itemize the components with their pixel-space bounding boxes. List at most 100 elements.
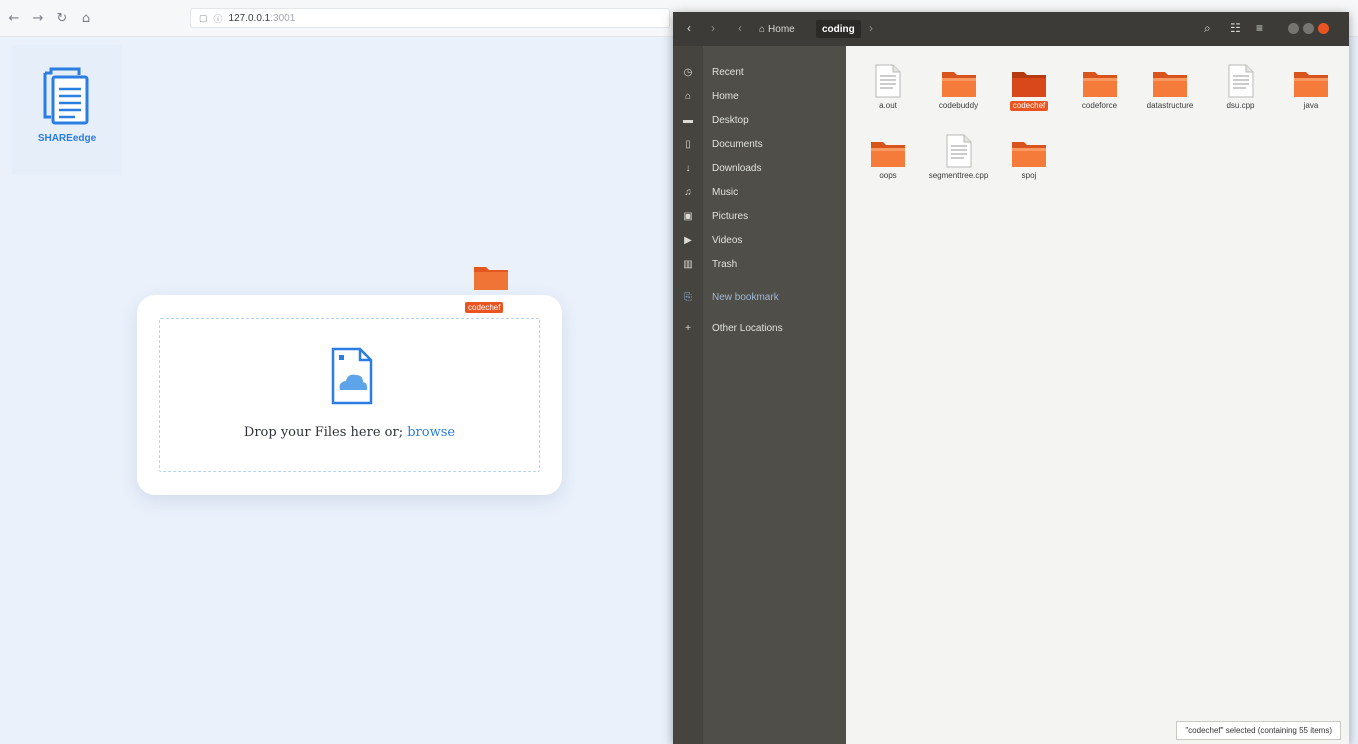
folder-item[interactable]: codechef <box>997 64 1061 111</box>
folder-icon <box>1011 64 1047 98</box>
file-name: oops <box>879 171 897 180</box>
status-bar: "codechef" selected (containing 55 items… <box>1176 721 1341 740</box>
forward-icon[interactable]: › <box>711 21 715 35</box>
back-icon[interactable]: ‹ <box>687 21 691 35</box>
sidebar-item-downloads[interactable]: ↓ Downloads <box>673 157 846 179</box>
url-host: 127.0.0.1 <box>228 12 271 24</box>
folder-icon <box>1082 64 1118 98</box>
file-grid: a.out codebuddy codechef codeforce datastruc… <box>846 46 1349 744</box>
file-name: a.out <box>879 101 897 110</box>
sidebar-item-label: Pictures <box>712 210 749 222</box>
file-manager-window: ‹ › ‹ ⌂ Home coding › ⌕ ☷ ≡ ◷ Recent ⌂ Home… <box>673 12 1349 744</box>
documents-icon: ▯ <box>685 138 691 150</box>
clock-icon: ◷ <box>683 66 693 78</box>
file-item[interactable]: segmenttree.cpp <box>927 134 991 181</box>
folder-icon <box>941 64 977 98</box>
document-icon <box>1228 64 1254 98</box>
sidebar-item-label: Home <box>712 90 739 102</box>
folder-item[interactable]: oops <box>856 134 920 181</box>
file-name: codeforce <box>1081 101 1118 110</box>
logo-panel[interactable]: SHAREedge <box>12 45 122 175</box>
document-icon <box>946 134 972 168</box>
breadcrumb-coding[interactable]: coding <box>816 20 861 38</box>
page-info-icon[interactable]: ▢ <box>199 13 208 24</box>
plus-icon: + <box>685 322 691 334</box>
music-icon: ♫ <box>684 186 692 198</box>
folder-icon <box>1152 64 1188 98</box>
home-icon: ⌂ <box>759 23 766 35</box>
sidebar-item-recent[interactable]: ◷ Recent <box>673 61 846 83</box>
home-icon: ⌂ <box>684 90 692 102</box>
sidebar-item-pictures[interactable]: ▣ Pictures <box>673 205 846 227</box>
folder-icon <box>1011 134 1047 168</box>
folder-item[interactable]: codeforce <box>1068 64 1132 111</box>
logo-icon <box>43 67 89 125</box>
address-bar[interactable]: ▢ ⓘ 127.0.0.1:3001 <box>190 8 670 28</box>
video-icon: ▶ <box>684 234 692 246</box>
sidebar-item-label: Music <box>712 186 739 198</box>
minimize-button[interactable] <box>1288 23 1299 34</box>
file-name: codechef <box>1009 101 1049 111</box>
sidebar-item-label: Trash <box>712 258 738 270</box>
file-item[interactable]: dsu.cpp <box>1209 64 1273 111</box>
sidebar-item-home[interactable]: ⌂ Home <box>673 85 846 107</box>
sidebar-item-videos[interactable]: ▶ Videos <box>673 229 846 251</box>
drop-instructions: Drop your Files here or; browse <box>160 425 539 440</box>
sidebar-item-new-bookmark[interactable]: ⎘ New bookmark <box>673 286 846 308</box>
sidebar-item-music[interactable]: ♫ Music <box>673 181 846 203</box>
folder-icon <box>870 134 906 168</box>
sidebar-item-trash[interactable]: ▥ Trash <box>673 253 846 275</box>
drop-text-prefix: Drop your Files here or; <box>243 425 408 440</box>
pictures-icon: ▣ <box>683 210 693 222</box>
home-icon[interactable]: ⌂ <box>78 10 94 26</box>
folder-item[interactable]: java <box>1279 64 1343 111</box>
menu-icon[interactable]: ≡ <box>1256 21 1263 35</box>
sidebar-item-documents[interactable]: ▯ Documents <box>673 133 846 155</box>
back-icon[interactable]: ← <box>6 10 22 26</box>
sidebar-item-other-locations[interactable]: + Other Locations <box>673 317 846 339</box>
download-icon: ↓ <box>685 162 691 174</box>
upload-card: Drop your Files here or; browse <box>137 295 562 495</box>
reload-icon[interactable]: ↻ <box>54 10 70 26</box>
file-name: datastructure <box>1146 101 1194 110</box>
file-name: spoj <box>1021 171 1037 180</box>
sidebar-item-desktop[interactable]: ▬ Desktop <box>673 109 846 131</box>
breadcrumb-left-icon[interactable]: ‹ <box>738 21 742 35</box>
maximize-button[interactable] <box>1303 23 1314 34</box>
file-name: java <box>1303 101 1319 110</box>
file-name: segmenttree.cpp <box>928 171 989 180</box>
dragged-folder-label: codechef <box>465 302 504 313</box>
file-item[interactable]: a.out <box>856 64 920 111</box>
sidebar-item-label: Recent <box>712 66 744 78</box>
drop-zone[interactable]: Drop your Files here or; browse <box>159 318 540 472</box>
sidebar-item-label: Downloads <box>712 162 762 174</box>
forward-icon[interactable]: → <box>30 10 46 26</box>
trash-icon: ▥ <box>683 258 693 270</box>
sidebar-item-label: Desktop <box>712 114 749 126</box>
document-icon <box>875 64 901 98</box>
logo-text: SHAREedge <box>37 133 97 144</box>
bookmark-icon: ⎘ <box>684 291 692 303</box>
url-port: :3001 <box>270 12 296 24</box>
sidebar-item-label: Videos <box>712 234 743 246</box>
info-icon: ⓘ <box>213 13 223 24</box>
folder-icon <box>1293 64 1329 98</box>
close-button[interactable] <box>1318 23 1329 34</box>
search-icon[interactable]: ⌕ <box>1204 21 1211 36</box>
dragged-folder: codechef <box>465 263 517 314</box>
folder-item[interactable]: datastructure <box>1138 64 1202 111</box>
file-name: dsu.cpp <box>1226 101 1255 110</box>
folder-icon <box>474 267 508 290</box>
file-manager-headerbar: ‹ › ‹ ⌂ Home coding › ⌕ ☷ ≡ <box>673 12 1349 46</box>
file-cloud-icon <box>331 347 373 405</box>
file-name: codebuddy <box>938 101 979 110</box>
sidebar-item-label: Documents <box>712 138 763 150</box>
breadcrumb-home[interactable]: ⌂ Home <box>753 20 801 38</box>
desktop-icon: ▬ <box>683 114 693 126</box>
browse-link[interactable]: browse <box>407 425 455 440</box>
view-options-icon[interactable]: ☷ <box>1230 21 1241 35</box>
folder-item[interactable]: codebuddy <box>927 64 991 111</box>
breadcrumb-right-icon[interactable]: › <box>869 21 873 35</box>
places-sidebar: ◷ Recent ⌂ Home ▬ Desktop ▯ Documents ↓ Downloads… <box>673 46 846 744</box>
folder-item[interactable]: spoj <box>997 134 1061 181</box>
